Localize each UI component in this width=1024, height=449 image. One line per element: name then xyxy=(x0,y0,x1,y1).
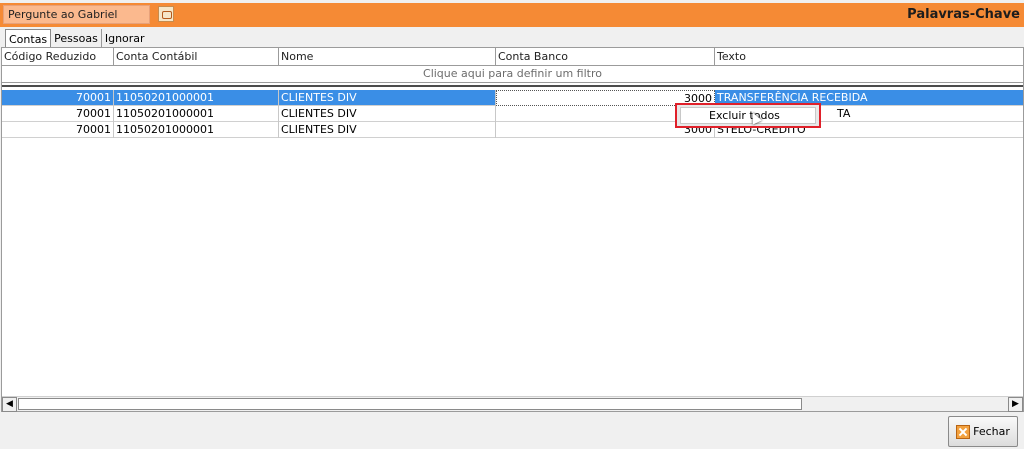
data-grid: Código Reduzido Conta Contábil Nome Cont… xyxy=(1,47,1024,412)
table-row[interactable]: 70001 11050201000001 CLIENTES DIV 3000 S… xyxy=(2,122,1023,138)
column-header-codigo-reduzido[interactable]: Código Reduzido xyxy=(2,48,114,66)
cell-nome: CLIENTES DIV xyxy=(279,90,496,106)
window: Pergunte ao Gabriel Palavras-Chave Conta… xyxy=(0,0,1024,449)
cell-conta: 11050201000001 xyxy=(114,90,279,106)
table-row[interactable]: 70001 11050201000001 CLIENTES DIV 3000 T… xyxy=(2,90,1023,106)
top-bar: Pergunte ao Gabriel Palavras-Chave xyxy=(0,3,1024,27)
grid-header: Código Reduzido Conta Contábil Nome Cont… xyxy=(2,48,1023,66)
cell-nome: CLIENTES DIV xyxy=(279,122,496,138)
column-header-conta-banco[interactable]: Conta Banco xyxy=(496,48,715,66)
tab-bar: Contas Pessoas Ignorar xyxy=(5,29,148,47)
cell-codigo: 70001 xyxy=(2,106,114,122)
close-icon xyxy=(956,424,971,439)
tab-pessoas[interactable]: Pessoas xyxy=(51,29,102,47)
grid-separator xyxy=(2,85,1023,88)
cell-conta: 11050201000001 xyxy=(114,122,279,138)
column-header-texto[interactable]: Texto xyxy=(715,48,1023,66)
filter-row[interactable]: Clique aqui para definir um filtro xyxy=(2,66,1023,83)
arrow-left-icon[interactable]: ◀ xyxy=(2,397,17,412)
scrollbar-thumb[interactable] xyxy=(18,398,802,410)
cell-codigo: 70001 xyxy=(2,122,114,138)
ask-gabriel-input[interactable]: Pergunte ao Gabriel xyxy=(3,5,150,24)
tab-contas[interactable]: Contas xyxy=(5,29,52,47)
cell-codigo: 70001 xyxy=(2,90,114,106)
horizontal-scrollbar[interactable]: ◀ ▶ xyxy=(2,396,1023,412)
column-header-conta-contabil[interactable]: Conta Contábil xyxy=(114,48,279,66)
assistant-icon[interactable] xyxy=(158,6,174,22)
cell-conta: 11050201000001 xyxy=(114,106,279,122)
cell-nome: CLIENTES DIV xyxy=(279,106,496,122)
column-header-nome[interactable]: Nome xyxy=(279,48,496,66)
close-button-label: Fechar xyxy=(973,425,1010,438)
arrow-right-icon[interactable]: ▶ xyxy=(1008,397,1023,412)
tab-ignorar[interactable]: Ignorar xyxy=(102,29,148,47)
table-row[interactable]: 70001 11050201000001 CLIENTES DIV TA xyxy=(2,106,1023,122)
close-button[interactable]: Fechar xyxy=(948,416,1018,447)
page-title: Palavras-Chave xyxy=(907,7,1020,22)
